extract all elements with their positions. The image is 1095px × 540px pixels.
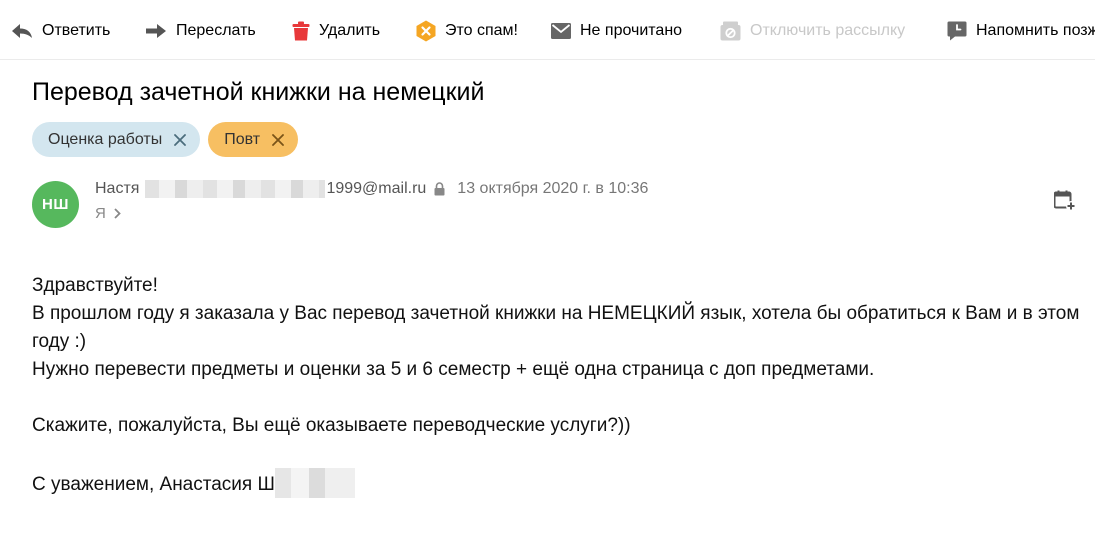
signature-text: С уважением, Анастасия Ш xyxy=(32,474,275,495)
body-paragraph: Нужно перевести предметы и оценки за 5 и… xyxy=(32,359,875,380)
spam-label: Это спам! xyxy=(445,22,518,39)
label-chip[interactable]: Повт xyxy=(208,122,299,157)
message-toolbar: Ответить Переслать Удалить Это спам! Не … xyxy=(0,0,1095,60)
forward-button[interactable]: Переслать xyxy=(145,19,256,43)
body-signature: С уважением, Анастасия Ш xyxy=(32,468,1082,499)
body-question: Скажите, пожалуйста, Вы ещё оказываете п… xyxy=(32,415,631,436)
lock-icon xyxy=(434,182,445,196)
trash-icon xyxy=(292,21,310,41)
add-to-calendar-icon[interactable] xyxy=(1054,190,1076,211)
reply-label: Ответить xyxy=(42,22,111,39)
chevron-right-icon xyxy=(114,208,121,219)
redacted-text xyxy=(274,468,355,498)
forward-arrow-icon xyxy=(146,24,166,38)
remind-later-button[interactable]: Напомнить позже xyxy=(947,19,1095,43)
spam-button[interactable]: Это спам! xyxy=(416,19,518,43)
close-icon[interactable] xyxy=(174,133,187,146)
unsubscribe-icon xyxy=(720,21,741,41)
sender-name[interactable]: Настя xyxy=(95,180,139,198)
mark-unread-button[interactable]: Не прочитано xyxy=(551,19,682,43)
envelope-icon xyxy=(551,23,571,39)
close-icon[interactable] xyxy=(272,133,284,146)
avatar[interactable]: НШ xyxy=(32,181,79,228)
body-paragraph: В прошлом году я заказала у Вас перевод … xyxy=(32,303,1080,352)
label-chip-text: Оценка работы xyxy=(48,130,163,148)
spam-icon xyxy=(416,20,436,42)
label-chip[interactable]: Оценка работы xyxy=(32,122,201,157)
message-date: 13 октября 2020 г. в 10:36 xyxy=(457,180,649,197)
mark-unread-label: Не прочитано xyxy=(580,22,683,39)
unsubscribe-label: Отключить рассылку xyxy=(750,22,906,39)
redacted-text xyxy=(145,180,326,198)
forward-label: Переслать xyxy=(176,22,256,39)
recipients-toggle[interactable]: Я xyxy=(95,205,121,222)
reply-button[interactable]: Ответить xyxy=(11,19,110,43)
message-subject: Перевод зачетной книжки на немецкий xyxy=(32,78,485,106)
sender-line: Настя 1999@mail.ru 13 октября 2020 г. в … xyxy=(95,180,648,198)
remind-later-label: Напомнить позже xyxy=(976,22,1095,39)
recipient-name: Я xyxy=(95,205,106,222)
message-labels: Оценка работы Повт xyxy=(32,122,299,157)
reminder-clock-icon xyxy=(947,21,967,41)
sender-email[interactable]: 1999@mail.ru xyxy=(326,180,426,198)
label-chip-text: Повт xyxy=(224,130,261,148)
body-greeting: Здравствуйте! xyxy=(32,275,158,296)
delete-button[interactable]: Удалить xyxy=(292,19,380,43)
delete-label: Удалить xyxy=(319,22,381,39)
reply-icon xyxy=(12,24,32,38)
unsubscribe-button: Отключить рассылку xyxy=(720,19,905,43)
message-body: Здравствуйте! В прошлом году я заказала … xyxy=(32,272,1082,499)
